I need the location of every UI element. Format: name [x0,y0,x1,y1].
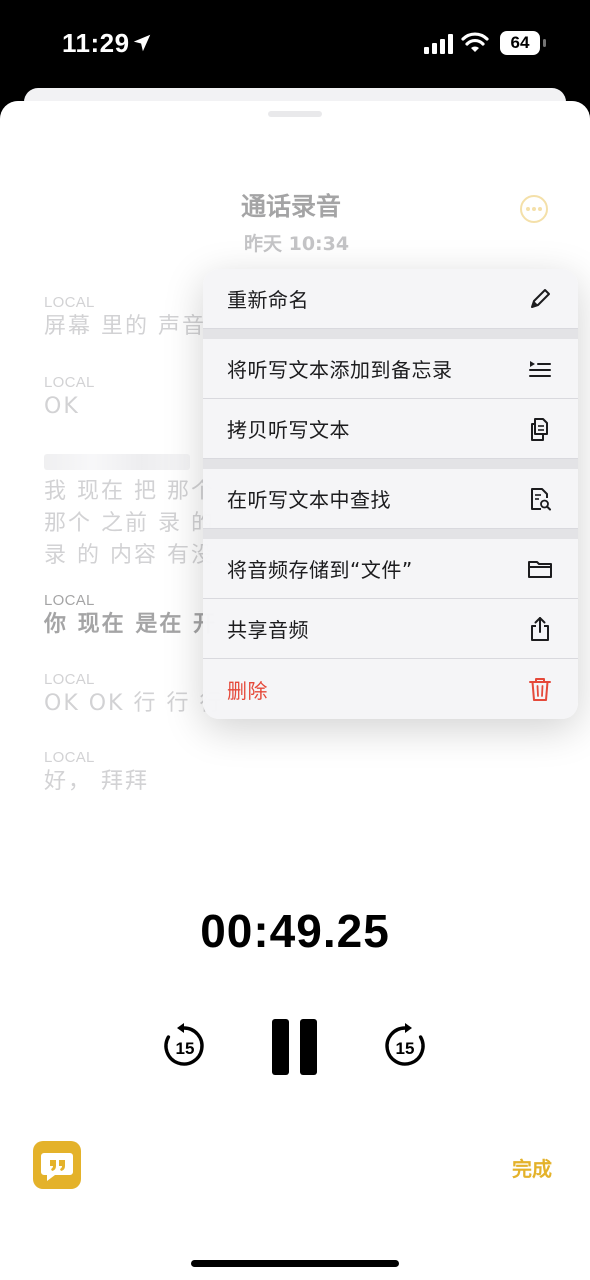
sheet-grabber[interactable] [268,111,322,117]
menu-item-label: 将听写文本添加到备忘录 [227,358,453,382]
menu-item-find-in-text[interactable]: 在听写文本中查找 [203,469,578,529]
pencil-icon [531,288,550,308]
menu-item-label: 拷贝听写文本 [227,418,350,442]
add-to-list-icon [529,360,551,377]
transcript-segment: LOCAL OK [44,374,95,423]
transcript-text: OK OK 行 行 行 [44,691,224,716]
transcript-text: 好， 拜拜 [44,769,149,794]
menu-item-delete[interactable]: 删除 [203,659,578,719]
menu-item-share-audio[interactable]: 共享音频 [203,599,578,659]
menu-group-separator [203,529,578,539]
skip-back-label: 15 [176,1039,195,1058]
transcript-text: OK [44,394,80,419]
recording-title: 通话录音 [241,192,342,221]
menu-group-separator [203,329,578,339]
menu-item-label: 重新命名 [227,288,309,312]
home-indicator[interactable] [191,1260,399,1267]
menu-item-label: 将音频存储到“文件” [227,558,413,582]
copy-document-icon [531,417,548,441]
pause-icon [300,1019,317,1075]
status-bar: 11:29 64 [0,0,590,90]
done-button[interactable]: 完成 [512,1153,552,1182]
menu-item-add-to-notes[interactable]: 将听写文本添加到备忘录 [203,339,578,399]
share-icon [531,616,549,641]
location-arrow-icon [133,34,151,52]
transcript-segment: LOCAL 好， 拜拜 [44,749,149,798]
menu-item-rename[interactable]: 重新命名 [203,269,578,329]
wifi-icon [461,32,489,52]
folder-icon [528,560,552,578]
transcript-segment: 我 现在 把 那个 那个 之前 录 的 录 的 内容 有没 [44,454,215,572]
ellipsis-icon [538,207,542,211]
more-options-button[interactable] [520,195,548,223]
transcript-segment: LOCAL 屏幕 里的 声音 [44,294,206,343]
menu-item-label: 共享音频 [227,618,309,642]
redacted-label [44,454,190,470]
context-menu: 重新命名 将听写文本添加到备忘录 拷贝听写文本 在听写文本中查找 将音频存储到“… [203,269,578,719]
skip-forward-label: 15 [396,1039,415,1058]
transcript-segment: LOCAL 你 现在 是在 开 [44,592,217,641]
trash-icon [529,678,551,701]
transcript-text: 屏幕 里的 声音 [44,314,206,339]
skip-back-15-icon[interactable]: 15 [160,1022,208,1070]
pause-button[interactable] [272,1019,320,1075]
ellipsis-icon [526,207,530,211]
menu-item-label: 在听写文本中查找 [227,488,391,512]
speaker-label: LOCAL [44,374,95,391]
transcript-text: 录 的 内容 有没 [44,543,215,568]
transcript-text: 我 现在 把 那个 [44,479,215,504]
skip-forward-15-icon[interactable]: 15 [381,1022,429,1070]
battery-indicator: 64 [500,31,540,55]
pause-icon [272,1019,289,1075]
status-time: 11:29 [62,28,130,58]
speaker-label: LOCAL [44,592,95,609]
recording-date: 昨天 10:34 [244,233,350,255]
menu-group-separator [203,459,578,469]
document-search-icon [531,487,551,510]
menu-item-label: 删除 [227,678,268,703]
menu-item-copy-text[interactable]: 拷贝听写文本 [203,399,578,459]
ellipsis-icon [532,207,536,211]
recording-sheet: 通话录音 昨天 10:34 LOCAL 屏幕 里的 声音 LOCAL OK 我 … [0,101,590,1280]
menu-item-save-to-files[interactable]: 将音频存储到“文件” [203,539,578,599]
speaker-label: LOCAL [44,294,95,311]
cellular-signal-icon [424,34,453,54]
transcript-toggle-button[interactable] [33,1141,81,1189]
speaker-label: LOCAL [44,749,95,766]
transcript-text: 那个 之前 录 的 [44,511,215,536]
transcript-text: 你 现在 是在 开 [44,612,217,637]
speech-bubble-quote-icon [41,1153,73,1181]
transcript-segment: LOCAL OK OK 行 行 行 [44,671,223,720]
battery-tip [543,39,546,47]
playback-timer: 00:49.25 [200,905,390,957]
speaker-label: LOCAL [44,671,95,688]
